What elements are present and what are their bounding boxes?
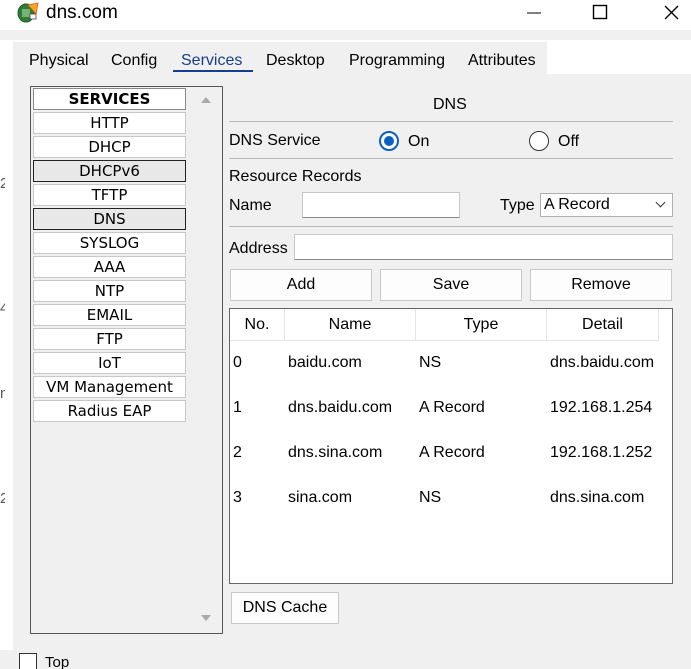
service-item-http[interactable]: HTTP — [33, 112, 186, 134]
dns-off-radio[interactable] — [529, 131, 549, 151]
service-item-radius-eap[interactable]: Radius EAP — [33, 400, 186, 422]
maximize-icon — [592, 4, 608, 20]
service-item-aaa[interactable]: AAA — [33, 256, 186, 278]
column-header-detail[interactable]: Detail — [547, 309, 659, 341]
service-item-iot[interactable]: IoT — [33, 352, 186, 374]
save-button[interactable]: Save — [380, 269, 522, 301]
scroll-down-icon[interactable] — [201, 615, 211, 621]
service-item-dhcp[interactable]: DHCP — [33, 136, 186, 158]
cell-detail: 192.168.1.254 — [550, 399, 653, 416]
cell-name: dns.baidu.com — [288, 399, 393, 416]
dns-service-label: DNS Service — [229, 132, 321, 149]
maximize-button[interactable] — [570, 0, 630, 26]
dns-off-label: Off — [558, 133, 580, 150]
service-item-email[interactable]: EMAIL — [33, 304, 186, 326]
service-item-ftp[interactable]: FTP — [33, 328, 186, 350]
close-button[interactable] — [640, 0, 691, 26]
services-header: SERVICES — [33, 88, 186, 110]
cell-no: 1 — [233, 399, 242, 416]
tab-services[interactable]: Services — [181, 52, 242, 70]
services-list: SERVICES HTTP DHCP DHCPv6 TFTP DNS SYSLO… — [30, 86, 223, 634]
column-header-no[interactable]: No. — [230, 309, 285, 341]
cell-type: NS — [419, 354, 442, 371]
remove-button[interactable]: Remove — [530, 269, 672, 301]
name-input[interactable] — [302, 192, 460, 218]
top-checkbox[interactable] — [19, 653, 37, 669]
top-checkbox-label: Top — [45, 654, 70, 669]
type-select-value: A Record — [544, 196, 610, 213]
divider — [229, 226, 673, 227]
title-bar: dns.com — [0, 0, 691, 30]
cell-name: baidu.com — [288, 354, 362, 371]
cell-name: sina.com — [288, 489, 353, 506]
tab-programming[interactable]: Programming — [349, 52, 445, 70]
name-label: Name — [229, 197, 272, 214]
dns-panel-title: DNS — [433, 96, 467, 113]
cell-detail: 192.168.1.252 — [550, 444, 653, 461]
tab-bar: Physical Config Services Desktop Program… — [5, 40, 691, 74]
minimize-button[interactable] — [504, 0, 564, 26]
cell-no: 0 — [233, 354, 242, 371]
cell-type: A Record — [419, 444, 485, 461]
column-header-name[interactable]: Name — [285, 309, 416, 341]
tab-physical[interactable]: Physical — [29, 52, 89, 70]
active-tab-indicator — [173, 70, 253, 72]
service-item-dhcpv6[interactable]: DHCPv6 — [33, 160, 186, 182]
device-window: Physical Config Services Desktop Program… — [5, 40, 691, 650]
bottom-bar — [0, 650, 691, 669]
cell-no: 3 — [233, 489, 242, 506]
divider — [229, 158, 673, 159]
service-item-syslog[interactable]: SYSLOG — [33, 232, 186, 254]
cell-no: 2 — [233, 444, 242, 461]
services-scrollbar[interactable] — [188, 87, 222, 633]
dns-on-radio[interactable] — [379, 131, 399, 151]
cell-name: dns.sina.com — [288, 444, 383, 461]
packet-tracer-icon — [17, 2, 39, 23]
column-header-type[interactable]: Type — [416, 309, 547, 341]
dns-on-label: On — [408, 133, 430, 150]
minimize-icon — [527, 12, 541, 14]
tab-desktop[interactable]: Desktop — [266, 52, 325, 70]
address-label: Address — [229, 240, 288, 257]
close-icon — [664, 5, 679, 20]
cell-type: NS — [419, 489, 442, 506]
tab-attributes[interactable]: Attributes — [468, 52, 536, 70]
type-select[interactable]: A Record — [540, 193, 673, 217]
scroll-up-icon[interactable] — [201, 97, 211, 103]
dns-cache-button[interactable]: DNS Cache — [231, 592, 339, 624]
cell-detail: dns.baidu.com — [550, 354, 655, 371]
service-item-ntp[interactable]: NTP — [33, 280, 186, 302]
cell-type: A Record — [419, 399, 485, 416]
dns-records-table: No. Name Type Detail 0 baidu.com NS dns.… — [229, 308, 673, 584]
resource-records-label: Resource Records — [229, 168, 362, 185]
service-item-tftp[interactable]: TFTP — [33, 184, 186, 206]
add-button[interactable]: Add — [230, 269, 372, 301]
type-label: Type — [500, 197, 535, 214]
window-title: dns.com — [46, 2, 118, 23]
chevron-down-icon — [655, 197, 666, 208]
divider — [229, 121, 673, 122]
service-item-dns[interactable]: DNS — [33, 208, 186, 230]
services-content: SERVICES HTTP DHCP DHCPv6 TFTP DNS SYSLO… — [13, 74, 691, 650]
address-input[interactable] — [294, 234, 673, 260]
tab-config[interactable]: Config — [111, 52, 157, 70]
cell-detail: dns.sina.com — [550, 489, 645, 506]
service-item-vm-management[interactable]: VM Management — [33, 376, 186, 398]
